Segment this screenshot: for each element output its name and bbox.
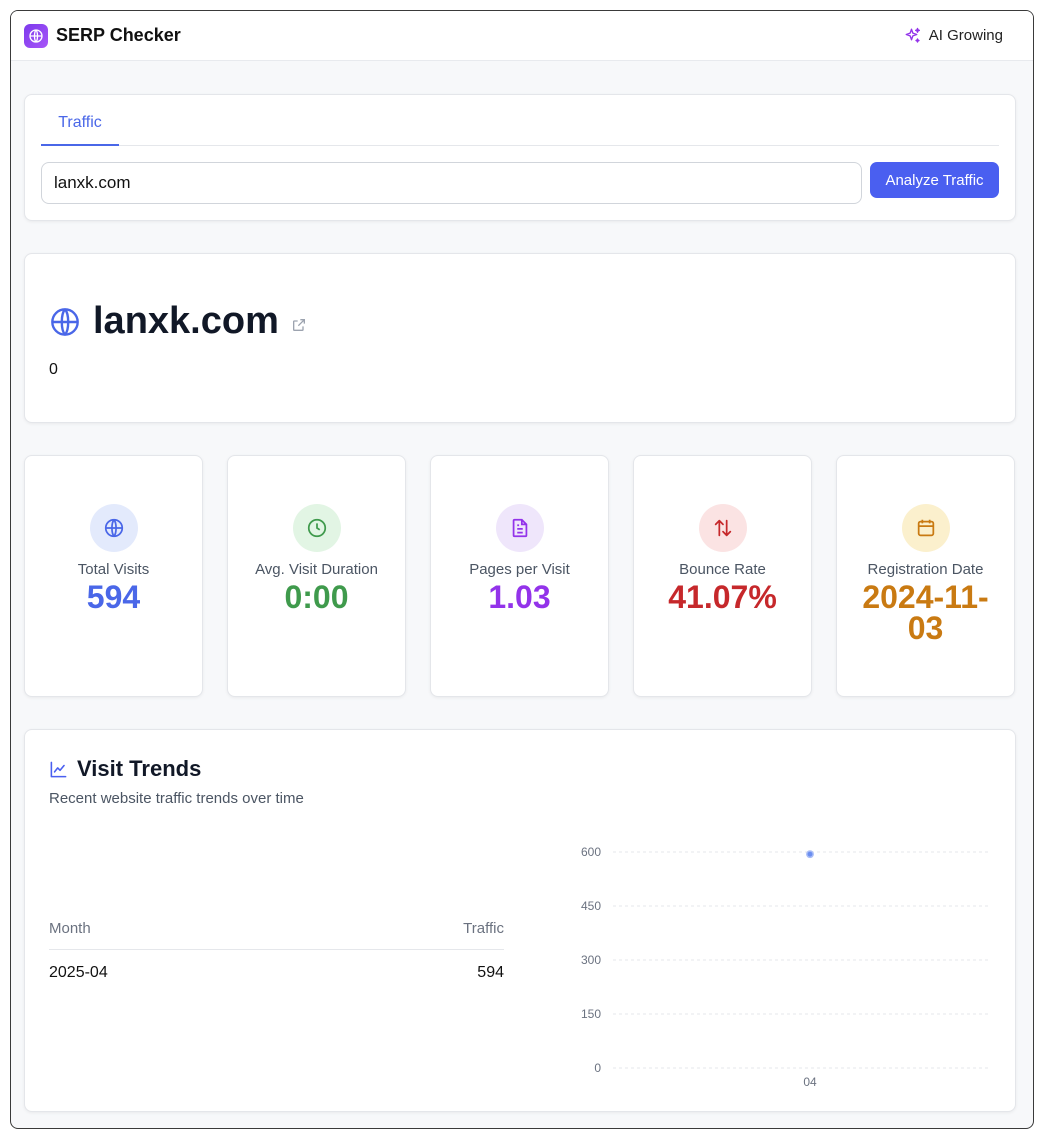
globe-icon: [90, 504, 138, 552]
tab-bar: Traffic: [41, 105, 999, 146]
arrows-up-down-icon: [699, 504, 747, 552]
cell-month: 2025-04: [49, 964, 108, 981]
y-tick-label: 450: [581, 899, 601, 913]
domain-subvalue: 0: [49, 361, 58, 378]
y-tick-label: 0: [594, 1061, 601, 1075]
brand[interactable]: SERP Checker: [24, 23, 181, 48]
document-icon: [496, 504, 544, 552]
app-window: SERP Checker AI Growing Traffic Analyze …: [10, 10, 1034, 1129]
stat-label: Avg. Visit Duration: [255, 561, 378, 578]
stat-label: Bounce Rate: [679, 561, 766, 578]
trends-subtitle: Recent website traffic trends over time: [49, 790, 304, 807]
trends-header: Visit Trends: [49, 756, 201, 782]
globe-logo-icon: [24, 23, 48, 48]
y-tick-label: 150: [581, 1007, 601, 1021]
stat-value: 594: [86, 579, 141, 615]
stat-label: Pages per Visit: [469, 561, 570, 578]
column-header-month: Month: [49, 920, 91, 937]
ai-growing-label: AI Growing: [928, 27, 1003, 44]
trends-title: Visit Trends: [77, 756, 202, 781]
stat-card-total-visits: Total Visits 594: [24, 455, 203, 697]
stat-card-registration-date: Registration Date 2024-11-03: [836, 455, 1015, 697]
sparkles-icon: [905, 27, 920, 43]
stat-card-bounce-rate: Bounce Rate 41.07%: [633, 455, 812, 697]
stat-value: 1.03: [488, 579, 551, 615]
stat-label: Total Visits: [77, 561, 150, 578]
y-tick-label: 600: [581, 845, 601, 859]
domain-card: lanxk.com 0: [24, 253, 1016, 423]
traffic-table: Month Traffic 2025-04 594: [49, 920, 504, 996]
stat-value: 0:00: [284, 579, 349, 615]
analyze-traffic-button[interactable]: Analyze Traffic: [870, 162, 999, 198]
search-card: Traffic Analyze Traffic: [24, 94, 1016, 221]
clock-icon: [293, 504, 341, 552]
table-row: 2025-04 594: [49, 950, 504, 996]
data-point[interactable]: [806, 850, 814, 859]
line-chart-icon: [50, 761, 67, 777]
ai-growing-button[interactable]: AI Growing: [904, 27, 1003, 45]
column-header-traffic: Traffic: [463, 920, 504, 937]
tab-traffic[interactable]: Traffic: [41, 105, 119, 146]
stat-label: Registration Date: [867, 561, 984, 578]
app-title: SERP Checker: [56, 25, 181, 45]
stat-value: 41.07%: [668, 579, 777, 615]
globe-icon: [51, 307, 79, 336]
top-bar: SERP Checker AI Growing: [11, 11, 1033, 61]
y-tick-label: 300: [581, 953, 601, 967]
stat-card-pages-per-visit: Pages per Visit 1.03: [430, 455, 609, 697]
domain-input[interactable]: [41, 162, 862, 204]
external-link-icon[interactable]: [291, 317, 307, 333]
table-header: Month Traffic: [49, 920, 504, 950]
domain-header: lanxk.com: [49, 300, 307, 343]
cell-traffic: 594: [477, 964, 504, 981]
x-tick-label: 04: [803, 1075, 817, 1089]
stat-value: 2024-11-03: [862, 579, 989, 646]
stat-card-avg-visit-duration: Avg. Visit Duration 0:00: [227, 455, 406, 697]
visit-trends-card: Visit Trends Recent website traffic tren…: [24, 729, 1016, 1112]
calendar-icon: [902, 504, 950, 552]
domain-name: lanxk.com: [93, 300, 279, 342]
traffic-chart: 0 150 300 450 600 04: [581, 845, 991, 1089]
